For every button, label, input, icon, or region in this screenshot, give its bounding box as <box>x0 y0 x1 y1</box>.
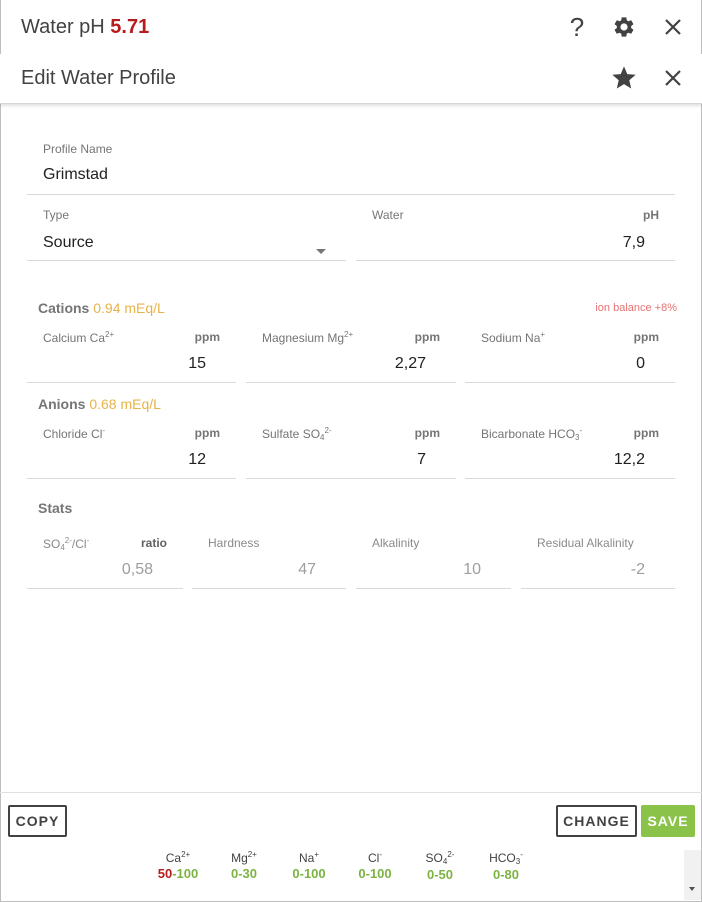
range-magnesium: Mg2+ 0-30 <box>214 850 274 881</box>
bicarbonate-input[interactable]: 12,2 <box>614 451 645 469</box>
alkalinity-value: 10 <box>463 561 481 578</box>
chloride-input[interactable]: 12 <box>188 451 206 469</box>
ratio-value: 0,58 <box>121 561 153 578</box>
gear-icon[interactable] <box>609 12 639 42</box>
magnesium-input[interactable]: 2,27 <box>395 355 426 373</box>
sulfate-input[interactable]: 7 <box>417 451 426 469</box>
range-ion-label: SO42- <box>425 850 455 866</box>
hardness-value: 47 <box>298 561 316 578</box>
water-ph-input[interactable]: 7,9 <box>623 234 645 252</box>
sulfate-field[interactable]: Sulfate SO42- ppm 7 <box>246 426 456 479</box>
water-label: Water <box>372 208 404 222</box>
profile-name-input[interactable]: Grimstad <box>43 166 108 184</box>
scroll-down-icon[interactable] <box>689 887 695 891</box>
ion-balance-warning: ion balance +8% <box>595 302 677 314</box>
range-chloride: Cl- 0-100 <box>345 850 405 881</box>
type-value[interactable]: Source <box>43 234 94 252</box>
ion-ranges: Ca2+ 50-100 Mg2+ 0-30 Na+ 0-100 Cl- 0-10… <box>0 850 702 890</box>
profile-name-field[interactable]: Profile Name Grimstad <box>27 142 675 195</box>
edit-header: Edit Water Profile <box>0 54 702 104</box>
calcium-label: Calcium Ca2+ <box>43 330 115 345</box>
water-ph-field[interactable]: Water pH 7,9 <box>356 208 675 261</box>
sulfate-chloride-ratio-field: SO42-/Cl- ratio 0,58 <box>27 536 183 589</box>
scrollbar[interactable] <box>684 850 701 900</box>
footer-divider <box>0 792 702 793</box>
range-ion-label: Cl- <box>367 850 382 865</box>
dropdown-arrow-icon[interactable] <box>316 249 326 254</box>
hardness-field: Hardness 47 <box>192 536 346 589</box>
ph-unit-label: pH <box>643 208 659 222</box>
profile-name-label: Profile Name <box>43 142 113 156</box>
anions-title: Anions 0.68 mEq/L <box>38 396 161 412</box>
ph-readout: 5.71 <box>110 16 150 38</box>
range-bicarbonate: HCO3- 0-80 <box>476 850 536 882</box>
chloride-unit: ppm <box>194 426 220 440</box>
stats-title: Stats <box>38 500 73 516</box>
close-icon[interactable] <box>658 12 688 42</box>
residual-alkalinity-label: Residual Alkalinity <box>537 536 634 550</box>
range-ion-label: Na+ <box>298 850 319 865</box>
calcium-field[interactable]: Calcium Ca2+ ppm 15 <box>27 330 236 383</box>
page-title: Edit Water Profile <box>21 67 176 89</box>
range-value: 0-100 <box>292 866 326 881</box>
type-label: Type <box>43 208 70 222</box>
ratio-unit: ratio <box>140 536 167 550</box>
range-calcium: Ca2+ 50-100 <box>148 850 208 881</box>
copy-button[interactable]: COPY <box>8 805 67 837</box>
range-sodium: Na+ 0-100 <box>279 850 339 881</box>
anions-label: Anions <box>38 396 86 412</box>
close-editor-icon[interactable] <box>658 63 688 93</box>
star-icon[interactable] <box>609 63 639 93</box>
sodium-label: Sodium Na+ <box>481 330 546 345</box>
cations-title: Cations 0.94 mEq/L <box>38 300 165 316</box>
magnesium-label: Magnesium Mg2+ <box>262 330 354 345</box>
residual-alkalinity-value: -2 <box>630 561 645 578</box>
save-button[interactable]: SAVE <box>641 805 695 837</box>
sulfate-label: Sulfate SO42- <box>262 426 332 442</box>
title-bar: Water pH 5.71 ? <box>0 0 702 54</box>
chloride-label: Chloride Cl- <box>43 426 106 441</box>
bicarbonate-field[interactable]: Bicarbonate HCO3- ppm 12,2 <box>465 426 675 479</box>
ratio-label: SO42-/Cl- <box>43 536 90 552</box>
app-title: Water pH 5.71 <box>21 16 149 39</box>
calcium-unit: ppm <box>194 330 220 344</box>
alkalinity-label: Alkalinity <box>372 536 420 550</box>
calcium-input[interactable]: 15 <box>188 355 206 373</box>
range-value: 0-30 <box>230 866 258 881</box>
hardness-label: Hardness <box>208 536 260 550</box>
sulfate-unit: ppm <box>414 426 440 440</box>
sodium-input[interactable]: 0 <box>636 355 645 373</box>
type-select[interactable]: Type Source <box>27 208 346 261</box>
range-value: 0-50 <box>426 867 454 882</box>
range-ion-label: Ca2+ <box>165 850 191 865</box>
range-value: 0-80 <box>492 867 520 882</box>
app-title-text: Water pH <box>21 16 105 38</box>
magnesium-field[interactable]: Magnesium Mg2+ ppm 2,27 <box>246 330 456 383</box>
magnesium-unit: ppm <box>414 330 440 344</box>
range-value: 50-100 <box>157 866 199 881</box>
help-icon[interactable]: ? <box>562 12 592 42</box>
cations-label: Cations <box>38 300 90 316</box>
cations-meq: 0.94 mEq/L <box>93 300 165 316</box>
bicarbonate-unit: ppm <box>633 426 659 440</box>
residual-alkalinity-field: Residual Alkalinity -2 <box>521 536 675 589</box>
anions-meq: 0.68 mEq/L <box>89 396 161 412</box>
bicarbonate-label: Bicarbonate HCO3- <box>481 426 583 442</box>
svg-text:?: ? <box>570 14 584 40</box>
range-ion-label: Mg2+ <box>231 850 257 865</box>
range-ion-label: HCO3- <box>489 850 523 866</box>
alkalinity-field: Alkalinity 10 <box>356 536 511 589</box>
range-sulfate: SO42- 0-50 <box>410 850 470 882</box>
chloride-field[interactable]: Chloride Cl- ppm 12 <box>27 426 236 479</box>
sodium-field[interactable]: Sodium Na+ ppm 0 <box>465 330 675 383</box>
sodium-unit: ppm <box>633 330 659 344</box>
change-button[interactable]: CHANGE <box>556 805 637 837</box>
range-value: 0-100 <box>358 866 392 881</box>
